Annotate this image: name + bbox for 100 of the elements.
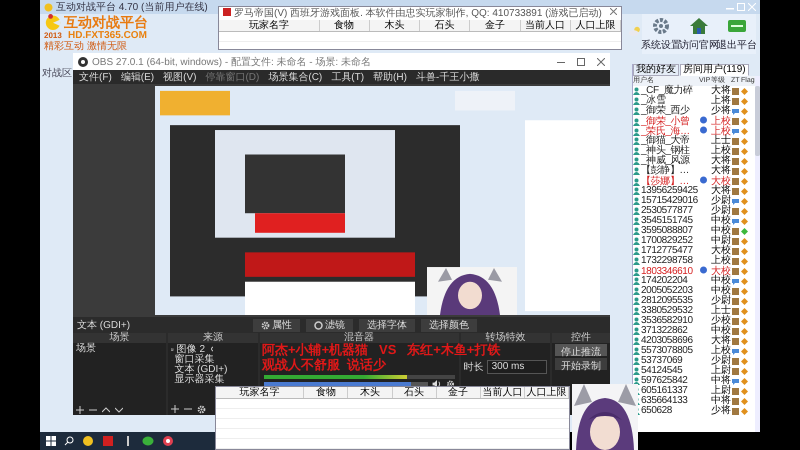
column-header[interactable]: 木头 xyxy=(348,387,392,398)
menu-item[interactable]: 帮助(H) xyxy=(373,70,407,84)
column-header[interactable]: 木头 xyxy=(370,20,420,31)
context-button[interactable]: 选择字体 xyxy=(359,318,415,332)
add-icon[interactable] xyxy=(171,405,180,413)
user-name[interactable]: 2812095535 xyxy=(641,296,693,306)
user-name[interactable]: 3595088807 xyxy=(641,226,693,236)
user-name[interactable]: 54124545 xyxy=(641,366,682,376)
user-icon xyxy=(633,197,640,205)
toolbar-button[interactable]: 系统设置 xyxy=(642,14,680,54)
control-button[interactable]: 开始录制 xyxy=(555,358,608,370)
close-icon[interactable] xyxy=(597,58,605,66)
user-name[interactable]: 2530577877 xyxy=(641,206,693,216)
column-header[interactable]: 玩家名字 xyxy=(219,20,320,31)
start-icon[interactable] xyxy=(46,436,56,446)
user-icon xyxy=(633,157,640,165)
sidebar-label[interactable]: 对战区 xyxy=(42,68,72,79)
user-name[interactable]: 3545151745 xyxy=(641,216,693,226)
tab[interactable]: 房间用户(119) xyxy=(680,64,749,76)
user-name[interactable]: _神威_风源 xyxy=(641,156,690,166)
user-name[interactable]: 53737069 xyxy=(641,356,682,366)
maximize-icon[interactable] xyxy=(577,58,585,66)
menu-item[interactable]: 场景集合(C) xyxy=(268,70,322,84)
add-icon[interactable] xyxy=(76,406,84,414)
user-name[interactable]: 3536582910 xyxy=(641,316,693,326)
menu-item[interactable]: 编辑(E) xyxy=(120,70,154,84)
user-rank: 大校 xyxy=(711,176,731,186)
user-name[interactable]: _御荣_西少 xyxy=(641,106,690,116)
user-name[interactable]: 371322862 xyxy=(641,326,688,336)
user-name[interactable]: 597625842 xyxy=(641,376,688,386)
user-name[interactable]: 3380529532 xyxy=(641,306,693,316)
user-icon xyxy=(633,87,640,95)
user-rank: 上校 xyxy=(711,256,731,266)
volume-slider[interactable] xyxy=(264,382,412,386)
control-button[interactable]: 停止推流 xyxy=(555,344,608,356)
context-button[interactable]: 选择颜色 xyxy=(421,318,477,332)
column-header[interactable]: 石头 xyxy=(420,20,470,31)
source-item[interactable]: 显示器采集 xyxy=(174,372,224,386)
user-name[interactable]: 15715429016 xyxy=(641,196,698,206)
user-name[interactable]: 5573078805 xyxy=(641,346,693,356)
toolbar-button[interactable]: 退出平台 xyxy=(718,14,756,54)
column-header[interactable]: 食物 xyxy=(320,20,370,31)
app-icon[interactable] xyxy=(162,435,174,447)
search-icon[interactable] xyxy=(64,436,74,446)
user-name[interactable]: _CF_魔力碎 xyxy=(641,86,693,96)
close-icon[interactable] xyxy=(610,8,617,15)
scrollbar-thumb[interactable] xyxy=(755,86,760,156)
menu-item[interactable]: 文件(F) xyxy=(79,70,112,84)
user-name[interactable]: 4203058696 xyxy=(641,336,693,346)
up-icon[interactable] xyxy=(102,406,110,414)
chat-icon[interactable] xyxy=(142,435,154,447)
user-name[interactable]: 【彭静】… xyxy=(641,166,690,176)
user-name[interactable]: 650628 xyxy=(641,406,672,416)
user-rank: 大校 xyxy=(711,246,731,256)
user-name[interactable]: 1712775477 xyxy=(641,246,693,256)
column-header[interactable]: 当前人口 xyxy=(480,387,525,398)
duration-field[interactable]: 300 ms xyxy=(486,360,547,374)
user-name[interactable]: 635664133 xyxy=(641,396,688,406)
user-name[interactable]: 1700829252 xyxy=(641,236,693,246)
column-header[interactable]: 食物 xyxy=(304,387,348,398)
user-name[interactable]: _神头_钢柱 xyxy=(641,146,690,156)
user-rank: 大校 xyxy=(711,266,731,276)
scene-item[interactable]: 场景 xyxy=(76,344,164,354)
column-header[interactable]: 金子 xyxy=(436,387,481,398)
down-icon[interactable] xyxy=(115,406,123,414)
user-name[interactable]: _御猫_大帝 xyxy=(641,136,690,146)
logo-year: 2013 xyxy=(44,31,63,40)
column-header[interactable]: 当前人口 xyxy=(520,20,571,31)
user-icon xyxy=(633,337,640,345)
user-name[interactable]: 13956259425 xyxy=(641,186,698,196)
user-name[interactable]: 605161337 xyxy=(641,386,688,396)
eye-icon[interactable] xyxy=(211,346,214,352)
user-name[interactable]: _御荣_小曾 xyxy=(641,116,690,126)
user-name[interactable]: _冰雪 xyxy=(641,96,666,106)
context-button[interactable]: 属性 xyxy=(253,318,300,332)
menu-item[interactable]: 工具(T) xyxy=(331,70,364,84)
user-name[interactable]: 1732298758 xyxy=(641,256,693,266)
column-header[interactable]: 人口上限 xyxy=(524,387,569,398)
tab[interactable]: 我的好友 xyxy=(633,64,679,76)
app-icon[interactable] xyxy=(82,435,94,447)
user-icon xyxy=(633,357,640,365)
dock-title: 场景 xyxy=(73,333,166,343)
menu-item[interactable]: 视图(V) xyxy=(163,70,196,84)
user-rank: 少将 xyxy=(711,406,731,416)
column-header[interactable]: 人口上限 xyxy=(570,20,621,31)
user-rank: 大将 xyxy=(711,186,731,196)
menu-item[interactable]: 斗兽-千王小撒 xyxy=(416,70,480,84)
user-icon xyxy=(633,297,640,305)
user-icon xyxy=(633,277,640,285)
user-name[interactable]: 1803346610 xyxy=(641,266,693,276)
overlay-text: 观战人不舒服 说话少 xyxy=(262,357,386,372)
user-rank: 上尉 xyxy=(711,386,731,396)
column-header[interactable]: 石头 xyxy=(392,387,437,398)
column-header[interactable]: 金子 xyxy=(470,20,520,31)
context-button[interactable]: 滤镜 xyxy=(306,318,353,332)
user-name[interactable]: 174202204 xyxy=(641,276,688,286)
toolbar-button[interactable]: 访问官网 xyxy=(680,14,718,54)
user-name[interactable]: 2005052203 xyxy=(641,286,693,296)
user-name[interactable]: 【莎娜】… xyxy=(641,176,690,186)
speaker-icon[interactable] xyxy=(432,380,442,388)
